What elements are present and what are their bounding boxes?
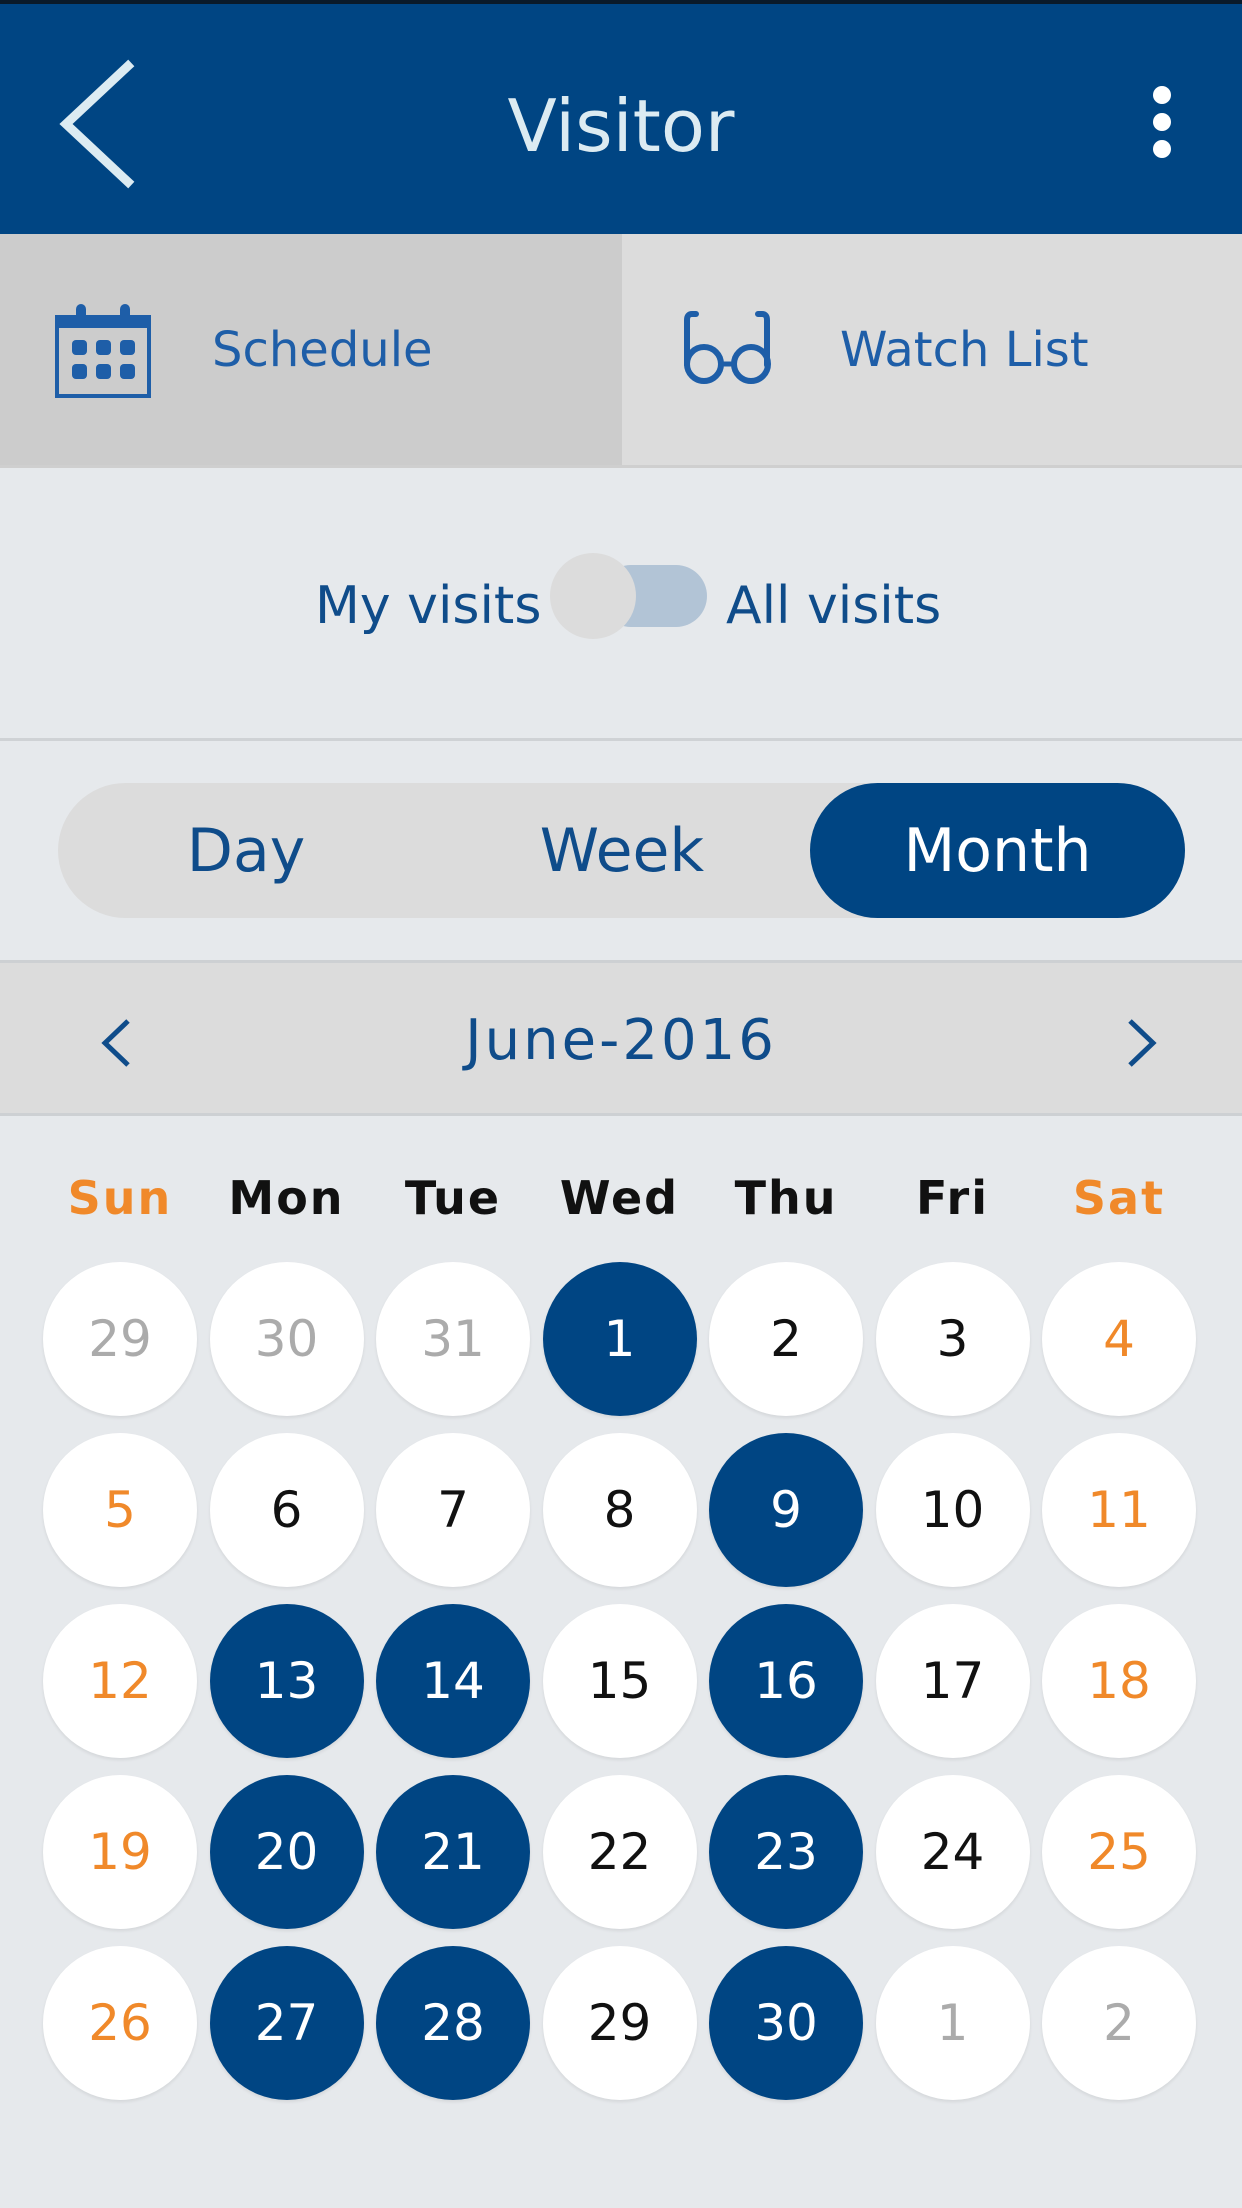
weekday-header-fri: Fri: [916, 1171, 989, 1225]
next-month-button[interactable]: [1106, 1003, 1176, 1083]
more-vertical-icon: [1153, 86, 1171, 158]
calendar-day[interactable]: 29: [542, 1946, 697, 2100]
weekday-header-tue: Tue: [404, 1171, 502, 1225]
calendar-day[interactable]: 25: [1042, 1775, 1196, 1929]
calendar-day[interactable]: 30: [709, 1946, 863, 2100]
calendar-day[interactable]: 18: [1042, 1604, 1196, 1758]
calendar-day[interactable]: 12: [43, 1604, 197, 1758]
calendar-day[interactable]: 6: [209, 1433, 364, 1587]
visits-toggle-switch[interactable]: [550, 553, 710, 639]
calendar-day[interactable]: 21: [376, 1775, 530, 1929]
calendar-day[interactable]: 2: [1042, 1946, 1196, 2100]
view-mode-day[interactable]: Day: [58, 783, 434, 918]
app-header: Visitor: [0, 0, 1242, 234]
page-title: Visitor: [507, 84, 735, 168]
switch-knob[interactable]: [550, 553, 636, 639]
weekday-header-thu: Thu: [734, 1171, 838, 1225]
calendar-day[interactable]: 26: [43, 1946, 197, 2100]
calendar-day[interactable]: 10: [875, 1433, 1030, 1587]
tab-schedule-label: Schedule: [212, 321, 433, 378]
calendar-day[interactable]: 8: [542, 1433, 697, 1587]
view-mode-month[interactable]: Month: [810, 783, 1185, 918]
weekday-header-sat: Sat: [1072, 1171, 1166, 1225]
calendar-day[interactable]: 28: [376, 1946, 530, 2100]
my-visits-label[interactable]: My visits: [315, 568, 541, 644]
all-visits-label[interactable]: All visits: [726, 568, 941, 644]
tab-watch-list[interactable]: Watch List: [622, 234, 1242, 468]
calendar-day[interactable]: 4: [1042, 1262, 1196, 1416]
tab-schedule[interactable]: Schedule: [0, 234, 622, 468]
calendar-day[interactable]: 1: [875, 1946, 1030, 2100]
calendar-day[interactable]: 17: [875, 1604, 1030, 1758]
current-month-label: June-2016: [465, 1008, 777, 1073]
calendar-day[interactable]: 31: [376, 1262, 530, 1416]
calendar-day[interactable]: 2: [709, 1262, 863, 1416]
calendar-day[interactable]: 1: [542, 1262, 697, 1416]
calendar-day[interactable]: 13: [209, 1604, 364, 1758]
calendar-day[interactable]: 15: [542, 1604, 697, 1758]
glasses-icon: [684, 310, 771, 384]
calendar-day[interactable]: 5: [43, 1433, 197, 1587]
view-mode-segmented-control: Day Week Month: [58, 783, 1185, 918]
calendar-day[interactable]: 9: [709, 1433, 863, 1587]
calendar-day[interactable]: 29: [43, 1262, 197, 1416]
calendar-day[interactable]: 23: [709, 1775, 863, 1929]
calendar-day[interactable]: 16: [709, 1604, 863, 1758]
calendar-day[interactable]: 14: [376, 1604, 530, 1758]
weekday-header-wed: Wed: [559, 1171, 680, 1225]
calendar-day[interactable]: 19: [43, 1775, 197, 1929]
calendar-day[interactable]: 27: [209, 1946, 364, 2100]
calendar-day[interactable]: 24: [875, 1775, 1030, 1929]
overflow-menu-button[interactable]: [1130, 74, 1194, 174]
view-mode-week[interactable]: Week: [434, 783, 810, 918]
calendar-day[interactable]: 30: [209, 1262, 364, 1416]
calendar-icon: [55, 303, 151, 398]
calendar-day[interactable]: 20: [209, 1775, 364, 1929]
calendar-day[interactable]: 3: [875, 1262, 1030, 1416]
weekday-header-sun: Sun: [67, 1171, 173, 1225]
calendar-day[interactable]: 11: [1042, 1433, 1196, 1587]
weekday-header-mon: Mon: [228, 1171, 345, 1225]
calendar-day[interactable]: 7: [376, 1433, 530, 1587]
month-navigation-bar: June-2016: [0, 960, 1242, 1116]
visit-filter-section: My visits All visits: [0, 468, 1242, 741]
calendar-day[interactable]: 22: [542, 1775, 697, 1929]
tab-watch-list-label: Watch List: [840, 321, 1089, 378]
chevron-right-icon: [1128, 1019, 1157, 1067]
